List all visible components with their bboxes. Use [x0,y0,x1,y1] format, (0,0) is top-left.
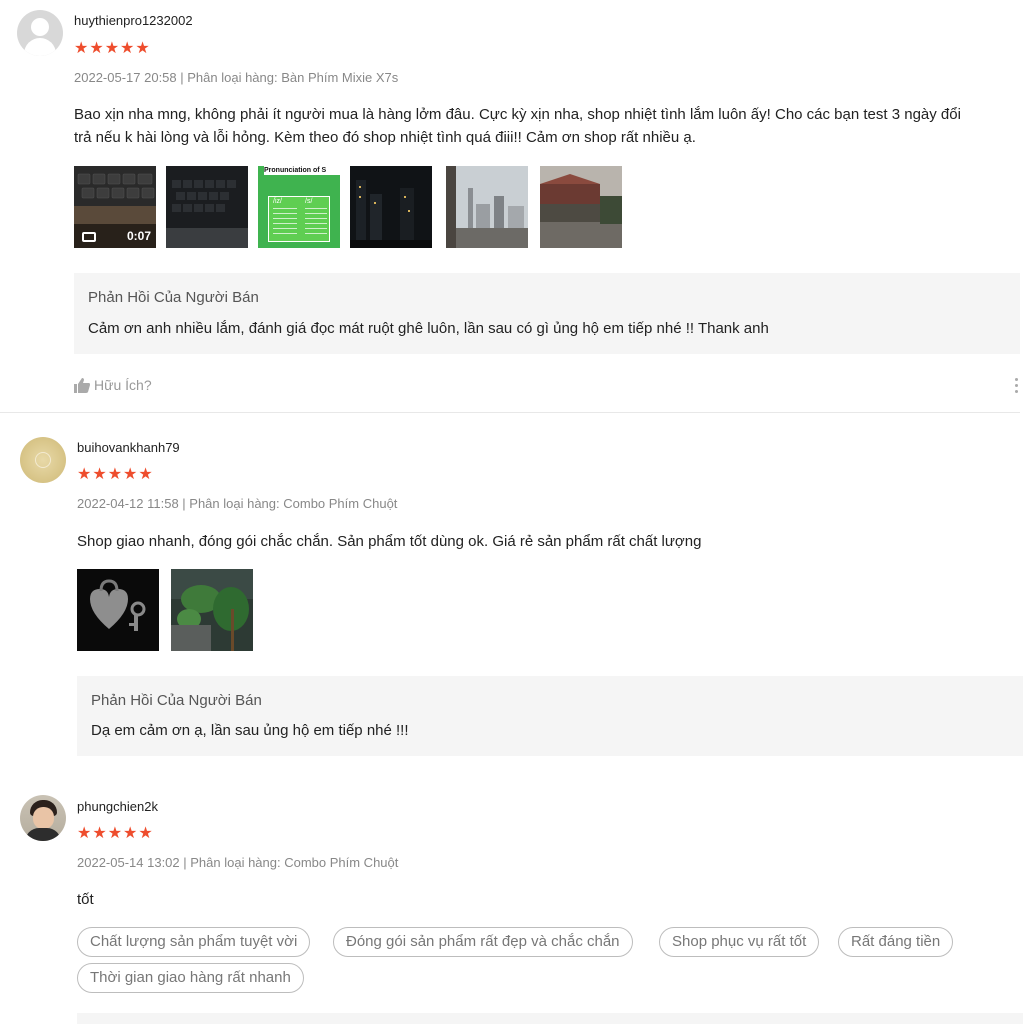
review-image[interactable]: Pronunciation of S /iz/ /s/ [258,166,340,248]
review-comment: Bao xịn nha mng, không phải ít người mua… [74,103,1019,149]
username[interactable]: huythienpro1232002 [74,13,193,28]
review-image[interactable] [446,166,528,248]
review-image[interactable] [166,166,248,248]
seller-reply [77,1013,1023,1024]
review-tag: Đóng gói sản phẩm rất đẹp và chắc chắn [333,927,633,957]
review-comment: Shop giao nhanh, đóng gói chắc chắn. Sản… [77,533,702,550]
review-meta: 2022-04-12 11:58 | Phân loại hàng: Combo… [77,496,398,511]
review-tag: Chất lượng sản phẩm tuyệt vời [77,927,311,957]
review-image[interactable] [77,569,159,651]
plants-image [171,569,253,651]
seller-reply-title: Phản Hồi Của Người Bán [91,692,262,709]
rating-stars: ★★★★★ [77,825,154,842]
review-tag: Shop phục vụ rất tốt [659,927,820,957]
avatar[interactable] [20,437,66,483]
image-table: /iz/ /s/ [268,196,330,242]
seller-reply: Phản Hồi Của Người Bán Dạ em cảm ơn ạ, l… [77,676,1023,756]
avatar[interactable] [20,795,66,841]
city-skyline-image [446,166,528,248]
seller-reply: Phản Hồi Của Người Bán Cảm ơn anh nhiều … [74,273,1020,354]
rating-stars: ★★★★★ [74,40,151,57]
review-video-thumbnail[interactable]: 0:07 [74,166,156,248]
review-tag: Thời gian giao hàng rất nhanh [77,963,304,993]
seller-reply-title: Phản Hồi Của Người Bán [88,289,259,306]
image-column-label: /iz/ [273,198,282,205]
review-comment-line: trả nếu k hài lòng và lỗi hỏng. Kèm theo… [74,129,696,146]
review-comment: tốt [77,891,94,908]
username[interactable]: buihovankhanh79 [77,440,180,455]
helpful-button[interactable]: Hữu Ích? [74,377,152,393]
seller-reply-text: Cảm ơn anh nhiều lắm, đánh giá đọc mát r… [88,320,769,337]
keyboard-dark-image [166,166,248,248]
night-city-image [350,166,432,248]
seller-reply-text: Dạ em cảm ơn ạ, lần sau ủng hộ em tiếp n… [91,722,409,739]
review-image[interactable] [171,569,253,651]
review-tag: Rất đáng tiền [838,927,954,957]
image-caption: Pronunciation of S [264,166,340,175]
review-comment-line: Bao xịn nha mng, không phải ít người mua… [74,106,961,123]
username[interactable]: phungchien2k [77,799,158,814]
review-image[interactable] [540,166,622,248]
rooftop-image [540,166,622,248]
video-duration: 0:07 [126,229,151,243]
thumbs-up-icon [74,377,90,393]
review-meta: 2022-05-17 20:58 | Phân loại hàng: Bàn P… [74,70,399,85]
avatar[interactable] [17,10,63,56]
heart-lock-image [77,569,159,651]
helpful-label: Hữu Ích? [94,377,152,393]
review-image[interactable] [350,166,432,248]
more-vertical-icon[interactable] [1013,378,1019,396]
video-camera-icon [82,232,96,242]
review-meta: 2022-05-14 13:02 | Phân loại hàng: Combo… [77,855,399,870]
review-divider [0,412,1020,413]
rating-stars: ★★★★★ [77,466,154,483]
image-column-label: /s/ [305,198,313,205]
